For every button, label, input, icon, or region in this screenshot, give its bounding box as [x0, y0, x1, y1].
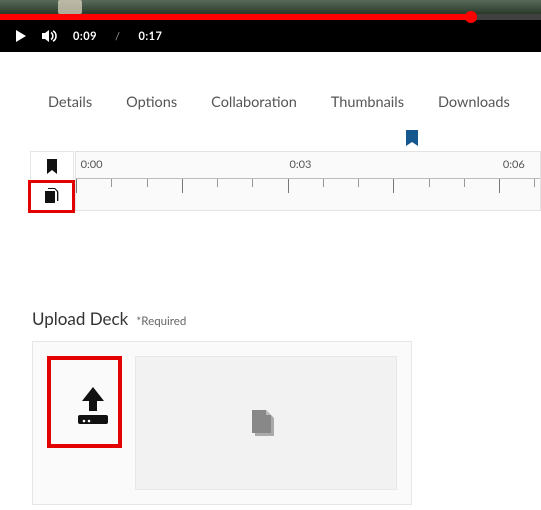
timeline-ruler-area[interactable]: 0:00 0:03 0:06 [75, 151, 541, 211]
timeline-label: 0:06 [503, 158, 525, 171]
tab-thumbnails[interactable]: Thumbnails [331, 94, 404, 111]
current-time: 0:09 [73, 30, 97, 43]
document-icon [45, 188, 59, 203]
upload-deck-title: Upload Deck [32, 308, 128, 329]
timeline-track-buttons [30, 151, 74, 211]
upload-button[interactable] [55, 364, 130, 448]
tab-bar: Details Options Collaboration Thumbnails… [0, 52, 541, 125]
time-separator: / [115, 30, 120, 43]
upload-icon [70, 383, 116, 429]
tab-downloads[interactable]: Downloads [438, 94, 510, 111]
volume-icon[interactable] [42, 29, 59, 43]
progress-bar[interactable] [0, 14, 541, 20]
upload-deck-panel [32, 341, 412, 505]
player-controls: 0:09 / 0:17 [0, 20, 541, 52]
progress-knob[interactable] [465, 11, 477, 23]
document-stack-icon [252, 408, 280, 438]
bookmark-track-button[interactable] [30, 151, 74, 181]
timeline-label: 0:00 [81, 158, 103, 171]
bookmark-flag-icon[interactable] [405, 130, 419, 152]
upload-deck-section: Upload Deck *Required [32, 308, 412, 505]
section-heading: Upload Deck *Required [32, 308, 412, 329]
timeline-ruler [76, 178, 540, 198]
tab-details[interactable]: Details [48, 94, 92, 111]
timeline-label: 0:03 [289, 158, 311, 171]
video-frame-strip [0, 0, 541, 14]
slides-track-button[interactable] [30, 181, 74, 211]
progress-fill [0, 14, 471, 20]
video-player[interactable]: 0:09 / 0:17 [0, 0, 541, 52]
duration: 0:17 [138, 30, 162, 43]
tab-options[interactable]: Options [126, 94, 177, 111]
play-icon[interactable] [14, 29, 28, 43]
timeline-labels: 0:00 0:03 0:06 [76, 152, 540, 178]
drop-zone[interactable] [135, 356, 397, 490]
required-badge: *Required [136, 315, 186, 328]
bookmark-icon [46, 159, 58, 174]
tab-collaboration[interactable]: Collaboration [211, 94, 297, 111]
